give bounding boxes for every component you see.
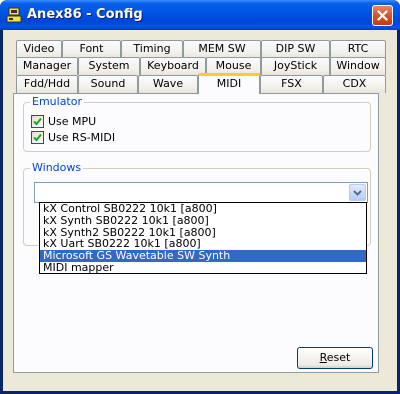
reset-accelerator: R: [319, 351, 327, 364]
tab-system[interactable]: System: [78, 57, 140, 75]
tab-joystick[interactable]: JoyStick: [261, 57, 330, 75]
close-button[interactable]: [372, 5, 393, 26]
use-rs-midi-label: Use RS-MIDI: [48, 131, 116, 144]
emulator-group-label: Emulator: [30, 95, 84, 108]
midi-device-combo[interactable]: [34, 182, 368, 203]
close-icon: [377, 10, 388, 21]
tab-cdx[interactable]: CDX: [323, 75, 386, 93]
tab-row-1: Video Font Timing MEM SW DIP SW RTC: [16, 40, 386, 58]
combo-dropdown-button[interactable]: [349, 184, 366, 201]
tab-keyboard[interactable]: Keyboard: [140, 57, 206, 75]
midi-device-dropdown-list[interactable]: kX Control SB0222 10k1 [a800] kX Synth S…: [39, 202, 367, 274]
checkmark-icon: [33, 117, 42, 126]
title-bar[interactable]: Anex86 - Config: [0, 0, 400, 30]
tab-video[interactable]: Video: [16, 40, 62, 58]
reset-label: eset: [326, 351, 351, 364]
list-item[interactable]: kX Synth2 SB0222 10k1 [a800]: [40, 227, 366, 239]
app-icon: [6, 7, 22, 23]
use-rs-midi-check-box[interactable]: [31, 131, 44, 144]
window-title: Anex86 - Config: [27, 7, 143, 22]
checkmark-icon: [33, 133, 42, 142]
tab-dip-sw[interactable]: DIP SW: [261, 40, 330, 58]
tab-fdd-hdd[interactable]: Fdd/Hdd: [16, 75, 78, 93]
list-item[interactable]: kX Uart SB0222 10k1 [a800]: [40, 238, 366, 250]
tab-row-3: Fdd/Hdd Sound Wave MIDI FSX CDX: [16, 73, 386, 94]
tab-manager[interactable]: Manager: [16, 57, 78, 75]
tab-rtc[interactable]: RTC: [330, 40, 386, 58]
tab-sound[interactable]: Sound: [78, 75, 138, 93]
tab-wave[interactable]: Wave: [138, 75, 198, 93]
tab-fsx[interactable]: FSX: [260, 75, 323, 93]
list-item[interactable]: MIDI mapper: [40, 262, 366, 274]
emulator-group: Emulator Use MPU Use RS-MIDI: [23, 95, 371, 152]
use-mpu-label: Use MPU: [48, 115, 97, 128]
use-rs-midi-checkbox[interactable]: Use RS-MIDI: [31, 131, 115, 144]
chevron-down-icon: [353, 189, 362, 196]
list-item[interactable]: kX Control SB0222 10k1 [a800]: [40, 203, 366, 215]
tab-midi[interactable]: MIDI: [198, 73, 260, 94]
config-window: Anex86 - Config Video Font Timing MEM SW…: [0, 0, 400, 394]
list-item[interactable]: kX Synth SB0222 10k1 [a800]: [40, 215, 366, 227]
tab-window[interactable]: Window: [330, 57, 386, 75]
windows-group-label: Windows: [30, 161, 84, 174]
tab-timing[interactable]: Timing: [121, 40, 183, 58]
list-item-selected[interactable]: Microsoft GS Wavetable SW Synth: [40, 250, 366, 262]
tab-font[interactable]: Font: [62, 40, 121, 58]
use-mpu-check-box[interactable]: [31, 115, 44, 128]
reset-button[interactable]: Reset: [297, 347, 373, 369]
tab-mem-sw[interactable]: MEM SW: [183, 40, 261, 58]
use-mpu-checkbox[interactable]: Use MPU: [31, 115, 96, 128]
